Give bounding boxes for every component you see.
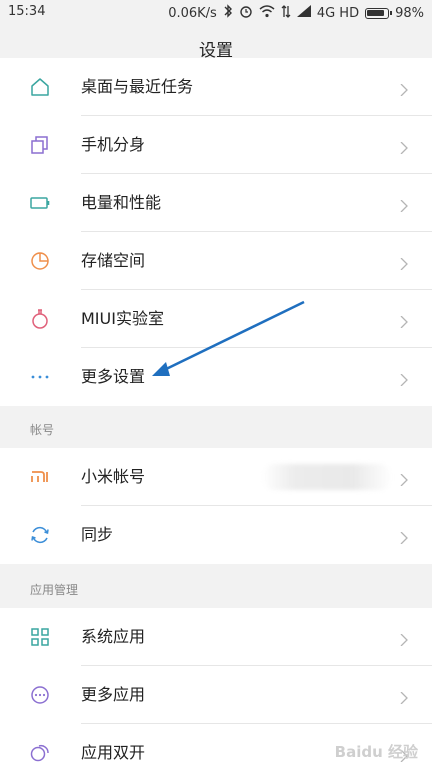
status-time: 15:34	[8, 4, 46, 19]
settings-item-label: 更多应用	[81, 685, 146, 704]
status-indicators: 0.06K/s 4G HD 98%	[168, 4, 424, 23]
battery-icon	[30, 193, 50, 213]
settings-item-label: 桌面与最近任务	[81, 77, 194, 96]
status-bar: 15:34 0.06K/s 4G HD 98%	[0, 0, 432, 24]
chevron-right-icon	[398, 139, 410, 155]
battery-icon	[365, 8, 393, 19]
section-header-account: 帐号	[30, 423, 55, 437]
settings-item-miui-lab[interactable]: MIUI实验室	[0, 290, 432, 348]
settings-item-label: 电量和性能	[81, 193, 162, 212]
signal-icon	[296, 5, 311, 22]
settings-item-second-space[interactable]: 手机分身	[0, 116, 432, 174]
settings-item-label: 小米帐号	[81, 467, 146, 486]
chevron-right-icon	[398, 689, 410, 705]
settings-item-label: 系统应用	[81, 627, 146, 646]
wifi-icon	[259, 4, 275, 23]
page-title: 设置	[199, 40, 233, 61]
settings-item-mi-account[interactable]: 小米帐号	[0, 448, 432, 506]
settings-item-system-apps[interactable]: 系统应用	[0, 608, 432, 666]
sync-icon	[30, 525, 50, 545]
settings-item-more-apps[interactable]: 更多应用	[0, 666, 432, 724]
flask-icon	[30, 309, 50, 329]
alarm-icon	[239, 4, 253, 23]
settings-item-label: 应用双开	[81, 743, 146, 762]
chevron-right-icon	[398, 529, 410, 545]
more-dots-icon	[30, 367, 50, 387]
dual-apps-icon	[30, 743, 50, 763]
settings-item-label: 同步	[81, 525, 114, 544]
network-type: 4G HD	[316, 5, 360, 21]
storage-pie-icon	[30, 251, 50, 271]
settings-group-general: 桌面与最近任务 手机分身 电量和性能 存储空间 MIUI实验室 更多设置	[0, 58, 432, 406]
settings-group-account: 小米帐号 同步	[0, 448, 432, 564]
bluetooth-icon	[223, 4, 233, 23]
data-transfer-icon	[281, 4, 291, 23]
home-icon	[30, 77, 50, 97]
battery-percent: 98%	[395, 5, 424, 21]
settings-item-storage[interactable]: 存储空间	[0, 232, 432, 290]
settings-item-label: 手机分身	[81, 135, 146, 154]
settings-item-label: 存储空间	[81, 251, 146, 270]
clone-icon	[30, 135, 50, 155]
account-id-redacted	[262, 464, 392, 490]
chevron-right-icon	[398, 197, 410, 213]
section-header-app-management: 应用管理	[30, 583, 79, 597]
settings-item-sync[interactable]: 同步	[0, 506, 432, 564]
network-speed: 0.06K/s	[168, 5, 217, 21]
chevron-right-icon	[398, 255, 410, 271]
mi-logo-icon	[30, 467, 50, 487]
watermark: Baidu 经验	[334, 743, 418, 761]
grid-apps-icon	[30, 627, 50, 647]
chevron-right-icon	[398, 371, 410, 387]
settings-item-more-settings[interactable]: 更多设置	[0, 348, 432, 406]
chevron-right-icon	[398, 471, 410, 487]
settings-item-label: 更多设置	[81, 367, 146, 386]
settings-item-desktop[interactable]: 桌面与最近任务	[0, 58, 432, 116]
settings-item-label: MIUI实验室	[81, 309, 164, 328]
chevron-right-icon	[398, 81, 410, 97]
chevron-right-icon	[398, 313, 410, 329]
more-circle-icon	[30, 685, 50, 705]
settings-item-battery[interactable]: 电量和性能	[0, 174, 432, 232]
chevron-right-icon	[398, 631, 410, 647]
